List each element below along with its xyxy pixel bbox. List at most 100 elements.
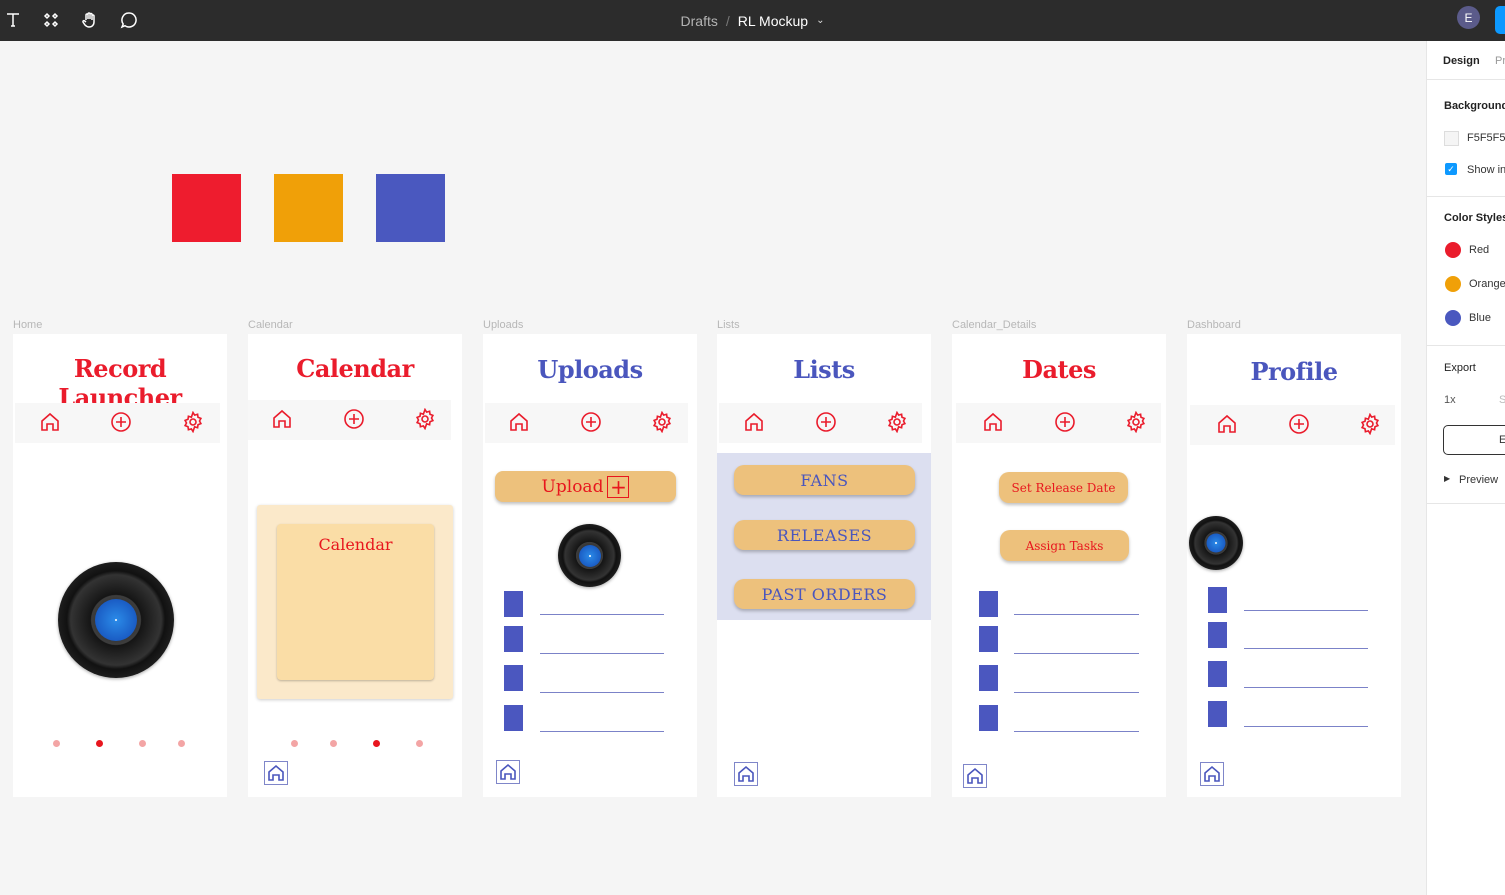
background-hex-input[interactable]: F5F5F5 bbox=[1467, 132, 1505, 144]
color-style-red-swatch[interactable] bbox=[1445, 242, 1461, 258]
pagination-dot[interactable] bbox=[53, 740, 60, 747]
top-toolbar: Drafts / RL Mockup ⌄ E bbox=[0, 0, 1505, 41]
pagination-dot-active[interactable] bbox=[373, 740, 380, 747]
profile-avatar-vinyl[interactable] bbox=[1189, 516, 1243, 570]
upload-button[interactable]: Upload + bbox=[495, 471, 676, 502]
frame-label-calendar-details[interactable]: Calendar_Details bbox=[952, 319, 1036, 331]
page-title: Calendar bbox=[296, 354, 414, 383]
avatar[interactable]: E bbox=[1457, 6, 1480, 29]
color-style-blue-swatch[interactable] bbox=[1445, 310, 1461, 326]
blue-swatch[interactable] bbox=[376, 174, 445, 242]
preview-toggle[interactable]: Preview bbox=[1459, 474, 1498, 486]
home-button[interactable] bbox=[264, 761, 288, 785]
home-icon[interactable] bbox=[271, 408, 295, 432]
list-item-line bbox=[1244, 726, 1368, 727]
pagination-dot-active[interactable] bbox=[96, 740, 103, 747]
divider bbox=[1427, 345, 1505, 346]
releases-button[interactable]: RELEASES bbox=[734, 520, 915, 550]
add-circle-icon[interactable] bbox=[815, 411, 839, 435]
checkbox-checked-icon[interactable]: ✓ bbox=[1445, 163, 1457, 175]
gear-icon[interactable] bbox=[182, 410, 206, 435]
list-item-line bbox=[540, 731, 664, 732]
home-icon[interactable] bbox=[743, 411, 767, 435]
frame-label-dashboard[interactable]: Dashboard bbox=[1187, 319, 1241, 331]
divider bbox=[1427, 79, 1505, 80]
home-button[interactable] bbox=[963, 764, 987, 788]
pagination-dot[interactable] bbox=[330, 740, 337, 747]
fans-button[interactable]: FANS bbox=[734, 465, 915, 495]
pagination-dot[interactable] bbox=[291, 740, 298, 747]
gear-icon[interactable] bbox=[651, 410, 675, 435]
list-item-thumbnail bbox=[979, 591, 998, 617]
home-button[interactable] bbox=[1200, 762, 1224, 786]
home-icon[interactable] bbox=[39, 411, 63, 435]
frame-uploads[interactable]: Uploads Upload + bbox=[483, 334, 697, 797]
caret-right-icon[interactable]: ▶ bbox=[1444, 474, 1450, 483]
frame-label-lists[interactable]: Lists bbox=[717, 319, 740, 331]
color-style-blue-label[interactable]: Blue bbox=[1469, 312, 1491, 324]
nav-bar bbox=[248, 400, 451, 440]
design-canvas[interactable]: Home Calendar Uploads Lists Calendar_Det… bbox=[0, 41, 1426, 895]
breadcrumb-separator: / bbox=[725, 12, 730, 29]
add-circle-icon[interactable] bbox=[580, 411, 604, 435]
list-item-line bbox=[540, 692, 664, 693]
pagination-dot[interactable] bbox=[416, 740, 423, 747]
gear-icon[interactable] bbox=[414, 407, 438, 432]
add-circle-icon[interactable] bbox=[343, 408, 367, 432]
frame-label-home[interactable]: Home bbox=[13, 319, 42, 331]
frame-dashboard[interactable]: Profile bbox=[1187, 334, 1401, 797]
frame-calendar-details[interactable]: Dates Set Release Date Assign Tasks bbox=[952, 334, 1166, 797]
nav-bar bbox=[1190, 405, 1395, 445]
list-item-thumbnail bbox=[1208, 661, 1227, 687]
red-swatch[interactable] bbox=[172, 174, 241, 242]
chevron-down-icon[interactable]: ⌄ bbox=[816, 15, 824, 26]
list-item-thumbnail bbox=[504, 705, 523, 731]
list-item-thumbnail bbox=[504, 626, 523, 652]
page-title: Uploads bbox=[537, 355, 643, 384]
share-button[interactable] bbox=[1495, 6, 1505, 34]
gear-icon[interactable] bbox=[1359, 412, 1383, 437]
breadcrumb-file-name[interactable]: RL Mockup bbox=[738, 13, 808, 29]
frame-lists[interactable]: Lists FANS RELEASES PAST ORDERS bbox=[717, 334, 931, 797]
show-in-exports-label[interactable]: Show in bbox=[1467, 164, 1505, 176]
export-suffix-input[interactable]: S bbox=[1499, 394, 1505, 406]
add-circle-icon[interactable] bbox=[1054, 411, 1078, 435]
home-icon[interactable] bbox=[982, 411, 1006, 435]
list-item-thumbnail bbox=[979, 626, 998, 652]
page-title: Profile bbox=[1250, 357, 1338, 386]
past-orders-button[interactable]: PAST ORDERS bbox=[734, 579, 915, 609]
calendar-card[interactable]: Calendar bbox=[257, 505, 453, 699]
tab-prototype[interactable]: Pr bbox=[1495, 55, 1505, 67]
home-icon[interactable] bbox=[1216, 413, 1240, 437]
home-icon[interactable] bbox=[508, 411, 532, 435]
orange-swatch[interactable] bbox=[274, 174, 343, 242]
export-scale-select[interactable]: 1x bbox=[1444, 394, 1456, 406]
list-item-thumbnail bbox=[1208, 622, 1227, 648]
color-style-orange-swatch[interactable] bbox=[1445, 276, 1461, 292]
home-button[interactable] bbox=[496, 760, 520, 784]
add-circle-icon[interactable] bbox=[1288, 413, 1312, 437]
color-styles-heading: Color Styles bbox=[1444, 212, 1505, 224]
frame-label-calendar[interactable]: Calendar bbox=[248, 319, 293, 331]
set-release-date-button[interactable]: Set Release Date bbox=[999, 472, 1128, 503]
breadcrumb-project[interactable]: Drafts bbox=[681, 13, 718, 29]
assign-tasks-button[interactable]: Assign Tasks bbox=[1000, 530, 1129, 561]
home-button[interactable] bbox=[734, 762, 758, 786]
pagination-dot[interactable] bbox=[178, 740, 185, 747]
frame-home[interactable]: Record Launcher bbox=[13, 334, 227, 797]
add-circle-icon[interactable] bbox=[110, 411, 134, 435]
calendar-placeholder[interactable]: Calendar bbox=[277, 524, 434, 680]
color-style-red-label[interactable]: Red bbox=[1469, 244, 1489, 256]
list-item-line bbox=[1014, 653, 1139, 654]
background-color-swatch[interactable] bbox=[1444, 131, 1459, 146]
gear-icon[interactable] bbox=[886, 410, 910, 435]
tab-design[interactable]: Design bbox=[1443, 55, 1480, 67]
frame-label-uploads[interactable]: Uploads bbox=[483, 319, 523, 331]
properties-panel: Design Pr Background F5F5F5 ✓ Show in Co… bbox=[1426, 41, 1505, 895]
frame-calendar[interactable]: Calendar Calendar bbox=[248, 334, 462, 797]
color-style-orange-label[interactable]: Orange bbox=[1469, 278, 1505, 290]
gear-icon[interactable] bbox=[1125, 410, 1149, 435]
export-button[interactable]: E bbox=[1443, 425, 1505, 455]
list-item-thumbnail bbox=[504, 591, 523, 617]
pagination-dot[interactable] bbox=[139, 740, 146, 747]
